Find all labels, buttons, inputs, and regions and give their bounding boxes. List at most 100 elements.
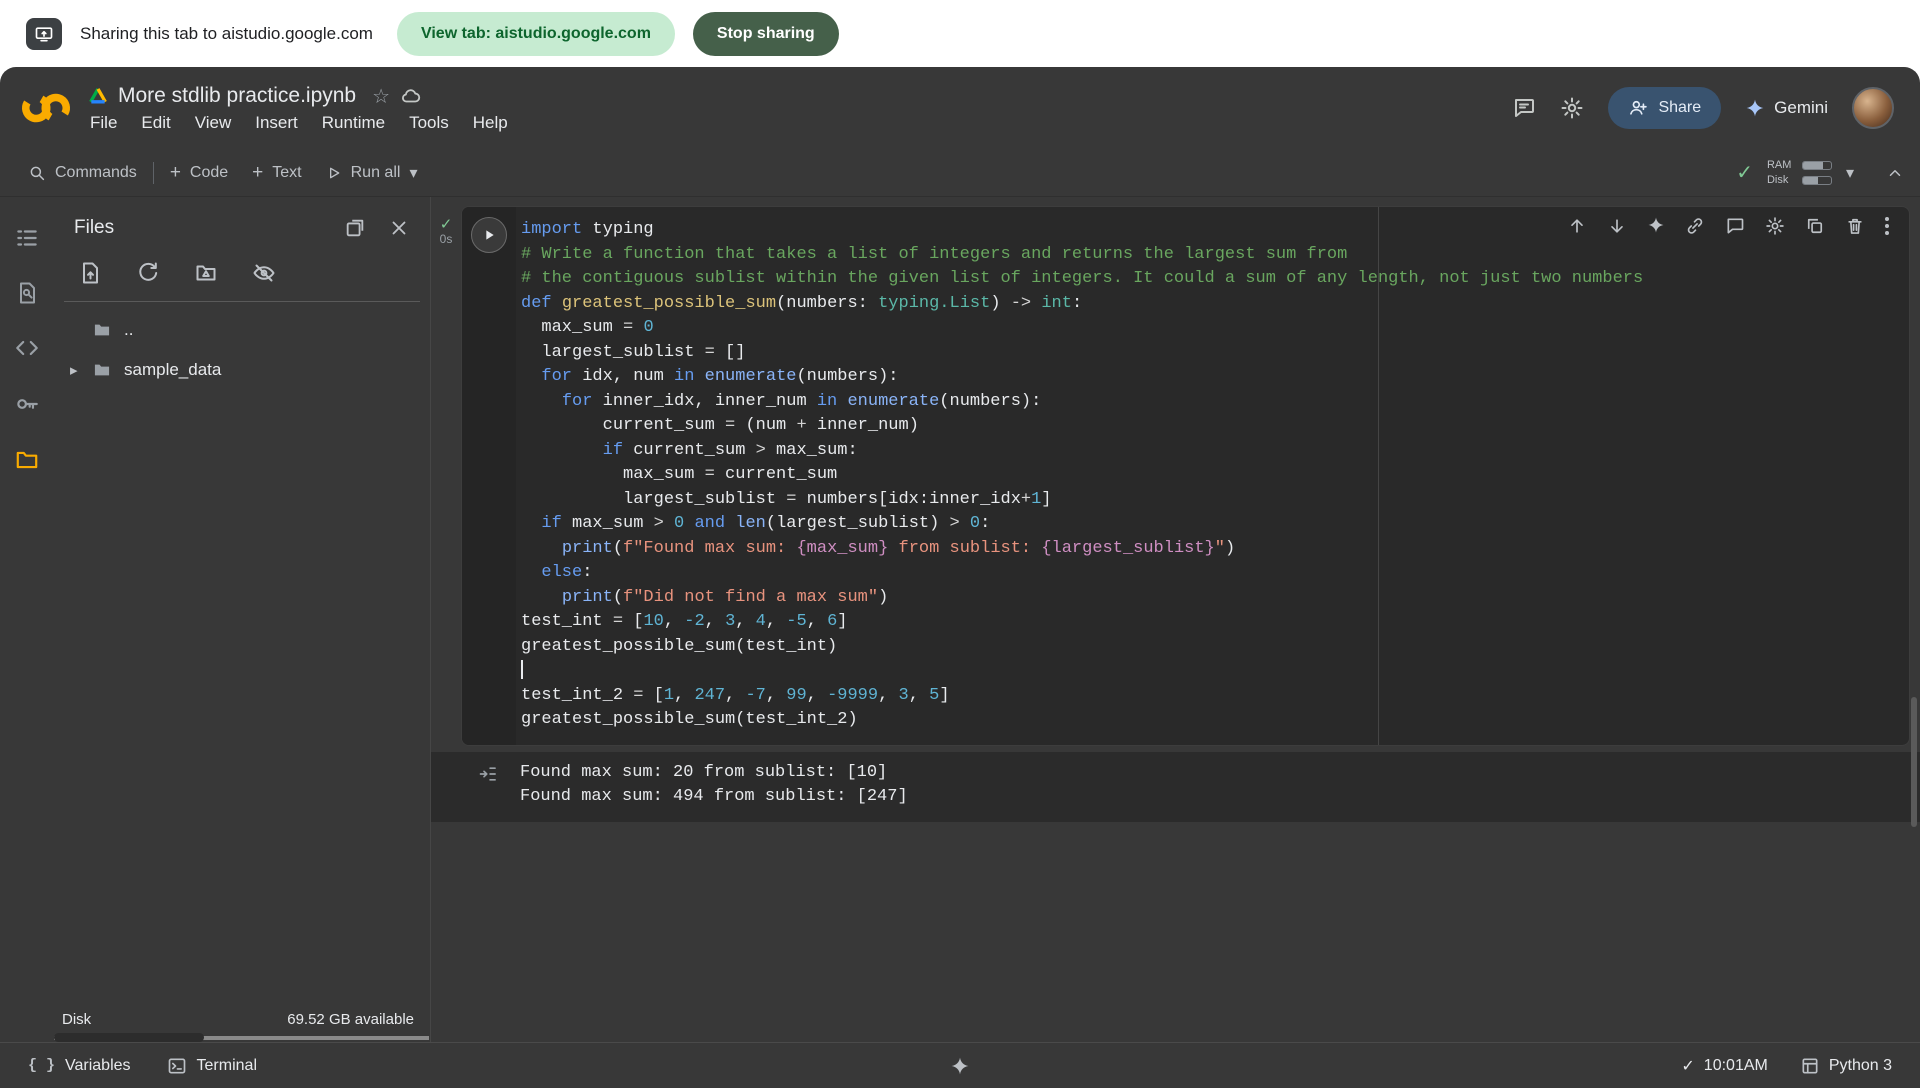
link-cell-icon[interactable] bbox=[1685, 216, 1705, 236]
upload-file-icon[interactable] bbox=[78, 261, 102, 285]
code-line[interactable]: def greatest_possible_sum(numbers: typin… bbox=[521, 292, 1909, 317]
output-icon[interactable] bbox=[461, 761, 515, 810]
share-button[interactable]: Share bbox=[1608, 87, 1721, 129]
disk-usage-label: Disk bbox=[62, 1011, 91, 1028]
notebook-scrollbar-thumb[interactable] bbox=[1911, 697, 1917, 827]
run-all-button[interactable]: Run all ▾ bbox=[314, 163, 430, 183]
search-icon bbox=[28, 164, 46, 182]
gemini-cell-icon[interactable] bbox=[1647, 216, 1665, 236]
code-token bbox=[633, 318, 643, 337]
run-cell-button[interactable] bbox=[471, 217, 507, 253]
sidebar-tab-files[interactable] bbox=[14, 447, 40, 473]
menu-bar: File Edit View Insert Runtime Tools Help bbox=[88, 113, 508, 133]
code-line[interactable]: test_int_2 = [1, 247, -7, 99, -9999, 3, … bbox=[521, 684, 1909, 709]
view-tab-button[interactable]: View tab: aistudio.google.com bbox=[397, 12, 675, 56]
code-line[interactable] bbox=[521, 659, 1909, 684]
chevron-down-icon[interactable]: ▾ bbox=[1846, 163, 1854, 183]
menu-edit[interactable]: Edit bbox=[141, 113, 170, 133]
refresh-icon[interactable] bbox=[136, 261, 160, 285]
move-cell-down-icon[interactable] bbox=[1607, 216, 1627, 236]
code-line[interactable]: current_sum = (num + inner_num) bbox=[521, 414, 1909, 439]
code-line[interactable]: if max_sum > 0 and len(largest_sublist) … bbox=[521, 512, 1909, 537]
delete-cell-icon[interactable] bbox=[1845, 216, 1865, 236]
code-line[interactable]: greatest_possible_sum(test_int_2) bbox=[521, 708, 1909, 733]
code-token: 10 bbox=[643, 612, 663, 631]
gemini-label: Gemini bbox=[1774, 98, 1828, 118]
code-token: , bbox=[674, 686, 694, 705]
code-token: if bbox=[541, 514, 561, 533]
move-cell-up-icon[interactable] bbox=[1567, 216, 1587, 236]
sidebar-tab-snippets[interactable] bbox=[14, 335, 40, 361]
files-scrollbar-thumb[interactable] bbox=[54, 1033, 204, 1042]
star-icon[interactable]: ☆ bbox=[372, 84, 390, 109]
code-line[interactable]: for inner_idx, inner_num in enumerate(nu… bbox=[521, 390, 1909, 415]
code-token: 1 bbox=[664, 686, 674, 705]
comment-cell-icon[interactable] bbox=[1725, 216, 1745, 236]
close-icon[interactable] bbox=[388, 217, 410, 239]
folder-icon bbox=[92, 320, 112, 340]
code-token: , bbox=[807, 612, 827, 631]
code-token: and bbox=[694, 514, 725, 533]
terminal-button[interactable]: Terminal bbox=[167, 1056, 257, 1076]
code-line[interactable]: for idx, num in enumerate(numbers): bbox=[521, 365, 1909, 390]
code-line[interactable]: max_sum = 0 bbox=[521, 316, 1909, 341]
menu-insert[interactable]: Insert bbox=[255, 113, 298, 133]
code-line[interactable]: else: bbox=[521, 561, 1909, 586]
code-token: max_sum: bbox=[766, 441, 858, 460]
menu-file[interactable]: File bbox=[90, 113, 117, 133]
code-token: = bbox=[613, 612, 623, 631]
kernel-selector[interactable]: Python 3 bbox=[1800, 1056, 1892, 1076]
chevron-right-icon[interactable]: ▸ bbox=[70, 361, 92, 379]
add-code-button[interactable]: + Code bbox=[158, 162, 240, 184]
cell-settings-icon[interactable] bbox=[1765, 216, 1785, 236]
menu-help[interactable]: Help bbox=[473, 113, 508, 133]
code-editor[interactable]: import typing# Write a function that tak… bbox=[516, 207, 1909, 745]
open-in-window-icon[interactable] bbox=[344, 217, 366, 239]
code-token: inner_num) bbox=[807, 416, 919, 435]
code-line[interactable]: greatest_possible_sum(test_int) bbox=[521, 635, 1909, 660]
tree-item-sample-data[interactable]: ▸ sample_data bbox=[54, 350, 430, 390]
code-line[interactable]: test_int = [10, -2, 3, 4, -5, 6] bbox=[521, 610, 1909, 635]
code-line[interactable]: print(f"Did not find a max sum") bbox=[521, 586, 1909, 611]
code-line[interactable]: largest_sublist = [] bbox=[521, 341, 1909, 366]
mirror-cell-icon[interactable] bbox=[1805, 216, 1825, 236]
menu-runtime[interactable]: Runtime bbox=[322, 113, 385, 133]
code-lines: import typing# Write a function that tak… bbox=[521, 218, 1909, 733]
mount-drive-icon[interactable] bbox=[194, 261, 218, 285]
code-token: greatest_possible_sum bbox=[562, 294, 776, 313]
variables-button[interactable]: { } Variables bbox=[28, 1057, 131, 1075]
folder-icon bbox=[14, 447, 40, 473]
chevron-down-icon[interactable]: ▾ bbox=[409, 163, 417, 183]
code-line[interactable]: largest_sublist = numbers[idx:inner_idx+… bbox=[521, 488, 1909, 513]
resource-usage[interactable]: RAM Disk bbox=[1767, 159, 1832, 186]
tree-item-parent-dir[interactable]: .. bbox=[54, 310, 430, 350]
code-line[interactable]: # the contiguous sublist within the give… bbox=[521, 267, 1909, 292]
sidebar-tab-toc[interactable] bbox=[14, 225, 40, 251]
spark-icon[interactable] bbox=[950, 1056, 970, 1076]
code-token: {largest_sublist} bbox=[1041, 539, 1214, 558]
menu-view[interactable]: View bbox=[195, 113, 232, 133]
header-actions: Share Gemini bbox=[1512, 87, 1894, 129]
settings-gear-icon[interactable] bbox=[1560, 96, 1584, 120]
notebook-title[interactable]: More stdlib practice.ipynb bbox=[118, 84, 356, 108]
sidebar-tab-find[interactable] bbox=[15, 281, 39, 305]
code-line[interactable]: print(f"Found max sum: {max_sum} from su… bbox=[521, 537, 1909, 562]
sidebar-tab-secrets[interactable] bbox=[14, 391, 40, 417]
more-options-icon[interactable] bbox=[1885, 216, 1889, 236]
code-token: int bbox=[1041, 294, 1072, 313]
comments-icon[interactable] bbox=[1512, 96, 1536, 120]
gemini-button[interactable]: Gemini bbox=[1745, 98, 1828, 118]
user-avatar[interactable] bbox=[1852, 87, 1894, 129]
stop-sharing-button[interactable]: Stop sharing bbox=[693, 12, 839, 56]
hidden-files-icon[interactable] bbox=[252, 261, 276, 285]
code-line[interactable]: if current_sum > max_sum: bbox=[521, 439, 1909, 464]
plus-icon: + bbox=[252, 162, 263, 184]
code-token: largest_sublist bbox=[521, 343, 705, 362]
menu-tools[interactable]: Tools bbox=[409, 113, 449, 133]
add-text-button[interactable]: + Text bbox=[240, 162, 313, 184]
collapse-toolbar-icon[interactable] bbox=[1886, 164, 1904, 182]
code-line[interactable]: max_sum = current_sum bbox=[521, 463, 1909, 488]
code-line[interactable]: # Write a function that takes a list of … bbox=[521, 243, 1909, 268]
commands-button[interactable]: Commands bbox=[16, 164, 149, 182]
colab-logo-icon[interactable] bbox=[18, 90, 74, 126]
